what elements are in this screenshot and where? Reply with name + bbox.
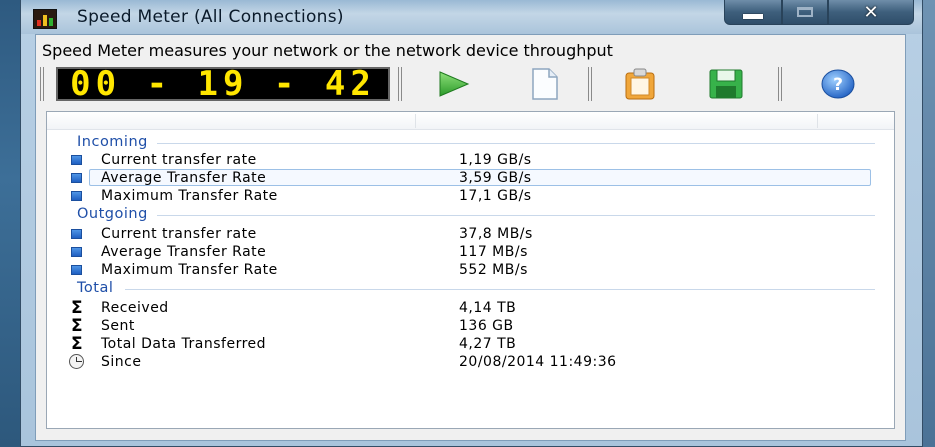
desktop-background-right xyxy=(921,0,935,447)
row-label: Total Data Transferred xyxy=(101,336,267,352)
title-bar[interactable]: Speed Meter (All Connections) ✕ xyxy=(21,0,922,34)
row-value: 17,1 GB/s xyxy=(459,188,532,204)
minimize-icon xyxy=(743,13,763,19)
bullet-icon xyxy=(71,191,82,201)
row-label: Maximum Transfer Rate xyxy=(101,262,278,278)
maximize-icon xyxy=(797,7,813,17)
close-button[interactable]: ✕ xyxy=(828,0,914,25)
minimize-button[interactable] xyxy=(724,0,782,25)
client-area: Speed Meter measures your network or the… xyxy=(35,34,906,441)
toolbar-separator xyxy=(778,67,782,101)
list-item[interactable]: Maximum Transfer Rate 17,1 GB/s xyxy=(47,188,894,205)
bullet-icon xyxy=(71,173,82,183)
bullet-icon xyxy=(71,229,82,239)
list-item-selected[interactable]: Average Transfer Rate 3,59 GB/s xyxy=(47,169,894,187)
group-outgoing-title: Outgoing xyxy=(77,206,148,222)
close-icon: ✕ xyxy=(863,1,879,23)
row-label: Maximum Transfer Rate xyxy=(101,188,278,204)
row-value: 4,27 TB xyxy=(459,336,517,352)
group-divider xyxy=(157,215,875,216)
group-total-title: Total xyxy=(77,280,114,296)
app-description: Speed Meter measures your network or the… xyxy=(42,41,613,60)
bullet-icon xyxy=(71,155,82,165)
list-item[interactable]: Σ Total Data Transferred 4,27 TB xyxy=(47,334,894,354)
svg-text:?: ? xyxy=(833,75,843,95)
bullet-icon xyxy=(71,265,82,275)
start-button[interactable] xyxy=(434,67,474,101)
row-value: 3,59 GB/s xyxy=(459,170,532,186)
new-document-icon xyxy=(532,68,558,100)
toolbar-separator xyxy=(588,67,592,101)
toolbar-separator xyxy=(398,67,402,101)
help-icon: ? xyxy=(821,69,855,99)
clipboard-icon xyxy=(625,68,655,100)
copy-button[interactable] xyxy=(620,67,660,101)
row-value: 552 MB/s xyxy=(459,262,528,278)
statistics-list[interactable]: Incoming Current transfer rate 1,19 GB/s… xyxy=(46,111,895,429)
clock-icon xyxy=(69,354,84,369)
row-label: Since xyxy=(101,354,142,370)
row-label: Average Transfer Rate xyxy=(101,170,267,186)
list-item[interactable]: Since 20/08/2014 11:49:36 xyxy=(47,354,894,371)
row-value: 4,14 TB xyxy=(459,300,517,316)
row-label: Average Transfer Rate xyxy=(101,244,267,260)
toolbar: 00 - 19 - 42 ? xyxy=(36,65,905,105)
row-value: 136 GB xyxy=(459,318,514,334)
list-item[interactable]: Σ Sent 136 GB xyxy=(47,316,894,336)
column-divider[interactable] xyxy=(415,114,416,128)
row-label: Received xyxy=(101,300,169,316)
desktop-background xyxy=(0,0,22,447)
window-title: Speed Meter (All Connections) xyxy=(77,7,344,27)
save-icon xyxy=(709,69,743,99)
group-incoming-title: Incoming xyxy=(77,134,148,150)
sum-icon: Σ xyxy=(71,298,83,318)
sum-icon: Σ xyxy=(71,316,83,336)
list-item[interactable]: Maximum Transfer Rate 552 MB/s xyxy=(47,262,894,279)
app-icon[interactable] xyxy=(33,9,57,29)
list-item[interactable]: Current transfer rate 37,8 MB/s xyxy=(47,226,894,243)
row-label: Current transfer rate xyxy=(101,226,257,242)
row-value: 37,8 MB/s xyxy=(459,226,533,242)
group-divider xyxy=(125,289,875,290)
window-controls: ✕ xyxy=(724,0,914,26)
elapsed-time-display: 00 - 19 - 42 xyxy=(56,67,390,101)
new-report-button[interactable] xyxy=(524,67,564,101)
row-label: Sent xyxy=(101,318,135,334)
row-value: 1,19 GB/s xyxy=(459,152,532,168)
toolbar-grip xyxy=(40,67,44,101)
list-item[interactable]: Σ Received 4,14 TB xyxy=(47,298,894,318)
sum-icon: Σ xyxy=(71,334,83,354)
row-value: 117 MB/s xyxy=(459,244,528,260)
help-button[interactable]: ? xyxy=(818,67,858,101)
column-divider[interactable] xyxy=(817,114,818,128)
list-header xyxy=(47,112,894,130)
maximize-button[interactable] xyxy=(782,0,828,25)
list-item[interactable]: Average Transfer Rate 117 MB/s xyxy=(47,244,894,261)
bullet-icon xyxy=(71,247,82,257)
play-icon xyxy=(439,71,470,97)
list-item[interactable]: Current transfer rate 1,19 GB/s xyxy=(47,152,894,169)
speed-meter-window: Speed Meter (All Connections) ✕ Speed Me… xyxy=(20,0,923,447)
row-label: Current transfer rate xyxy=(101,152,257,168)
save-button[interactable] xyxy=(706,67,746,101)
row-value: 20/08/2014 11:49:36 xyxy=(459,354,617,370)
group-divider xyxy=(157,143,875,144)
